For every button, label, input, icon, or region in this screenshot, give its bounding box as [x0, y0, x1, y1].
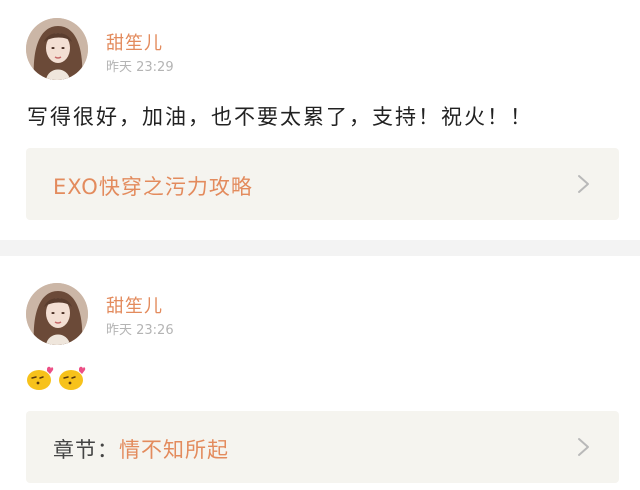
comment-text: 写得很好，加油，也不要太累了，支持！祝火！！	[27, 105, 533, 129]
user-avatar[interactable]	[26, 283, 88, 345]
chapter-title: 情不知所起	[119, 438, 229, 462]
avatar-image	[26, 18, 88, 80]
chevron-right-icon	[578, 438, 589, 456]
user-name[interactable]: 甜笙儿	[106, 292, 163, 318]
chevron-right-icon	[578, 175, 589, 193]
reference-label: 章节：	[53, 438, 119, 462]
user-name[interactable]: 甜笙儿	[106, 29, 163, 55]
avatar-image	[26, 283, 88, 345]
novel-title: EXO快穿之污力攻略	[53, 175, 253, 199]
reference-text: 章节：情不知所起	[53, 434, 229, 464]
comment-timestamp: 昨天 23:29	[106, 60, 174, 75]
comment-timestamp: 昨天 23:26	[106, 323, 174, 338]
kiss-emoji	[27, 366, 54, 390]
kiss-emoji	[59, 366, 86, 390]
reference-text: EXO快穿之污力攻略	[53, 171, 253, 201]
user-avatar[interactable]	[26, 18, 88, 80]
chapter-reference-link[interactable]: 章节：情不知所起	[26, 411, 619, 483]
section-divider	[0, 240, 640, 256]
comment-card: 甜笙儿 昨天 23:29 写得很好，加油，也不要太累了，支持！祝火！！ EXO快…	[0, 0, 640, 240]
comment-emojis	[26, 365, 86, 393]
novel-reference-link[interactable]: EXO快穿之污力攻略	[26, 148, 619, 220]
